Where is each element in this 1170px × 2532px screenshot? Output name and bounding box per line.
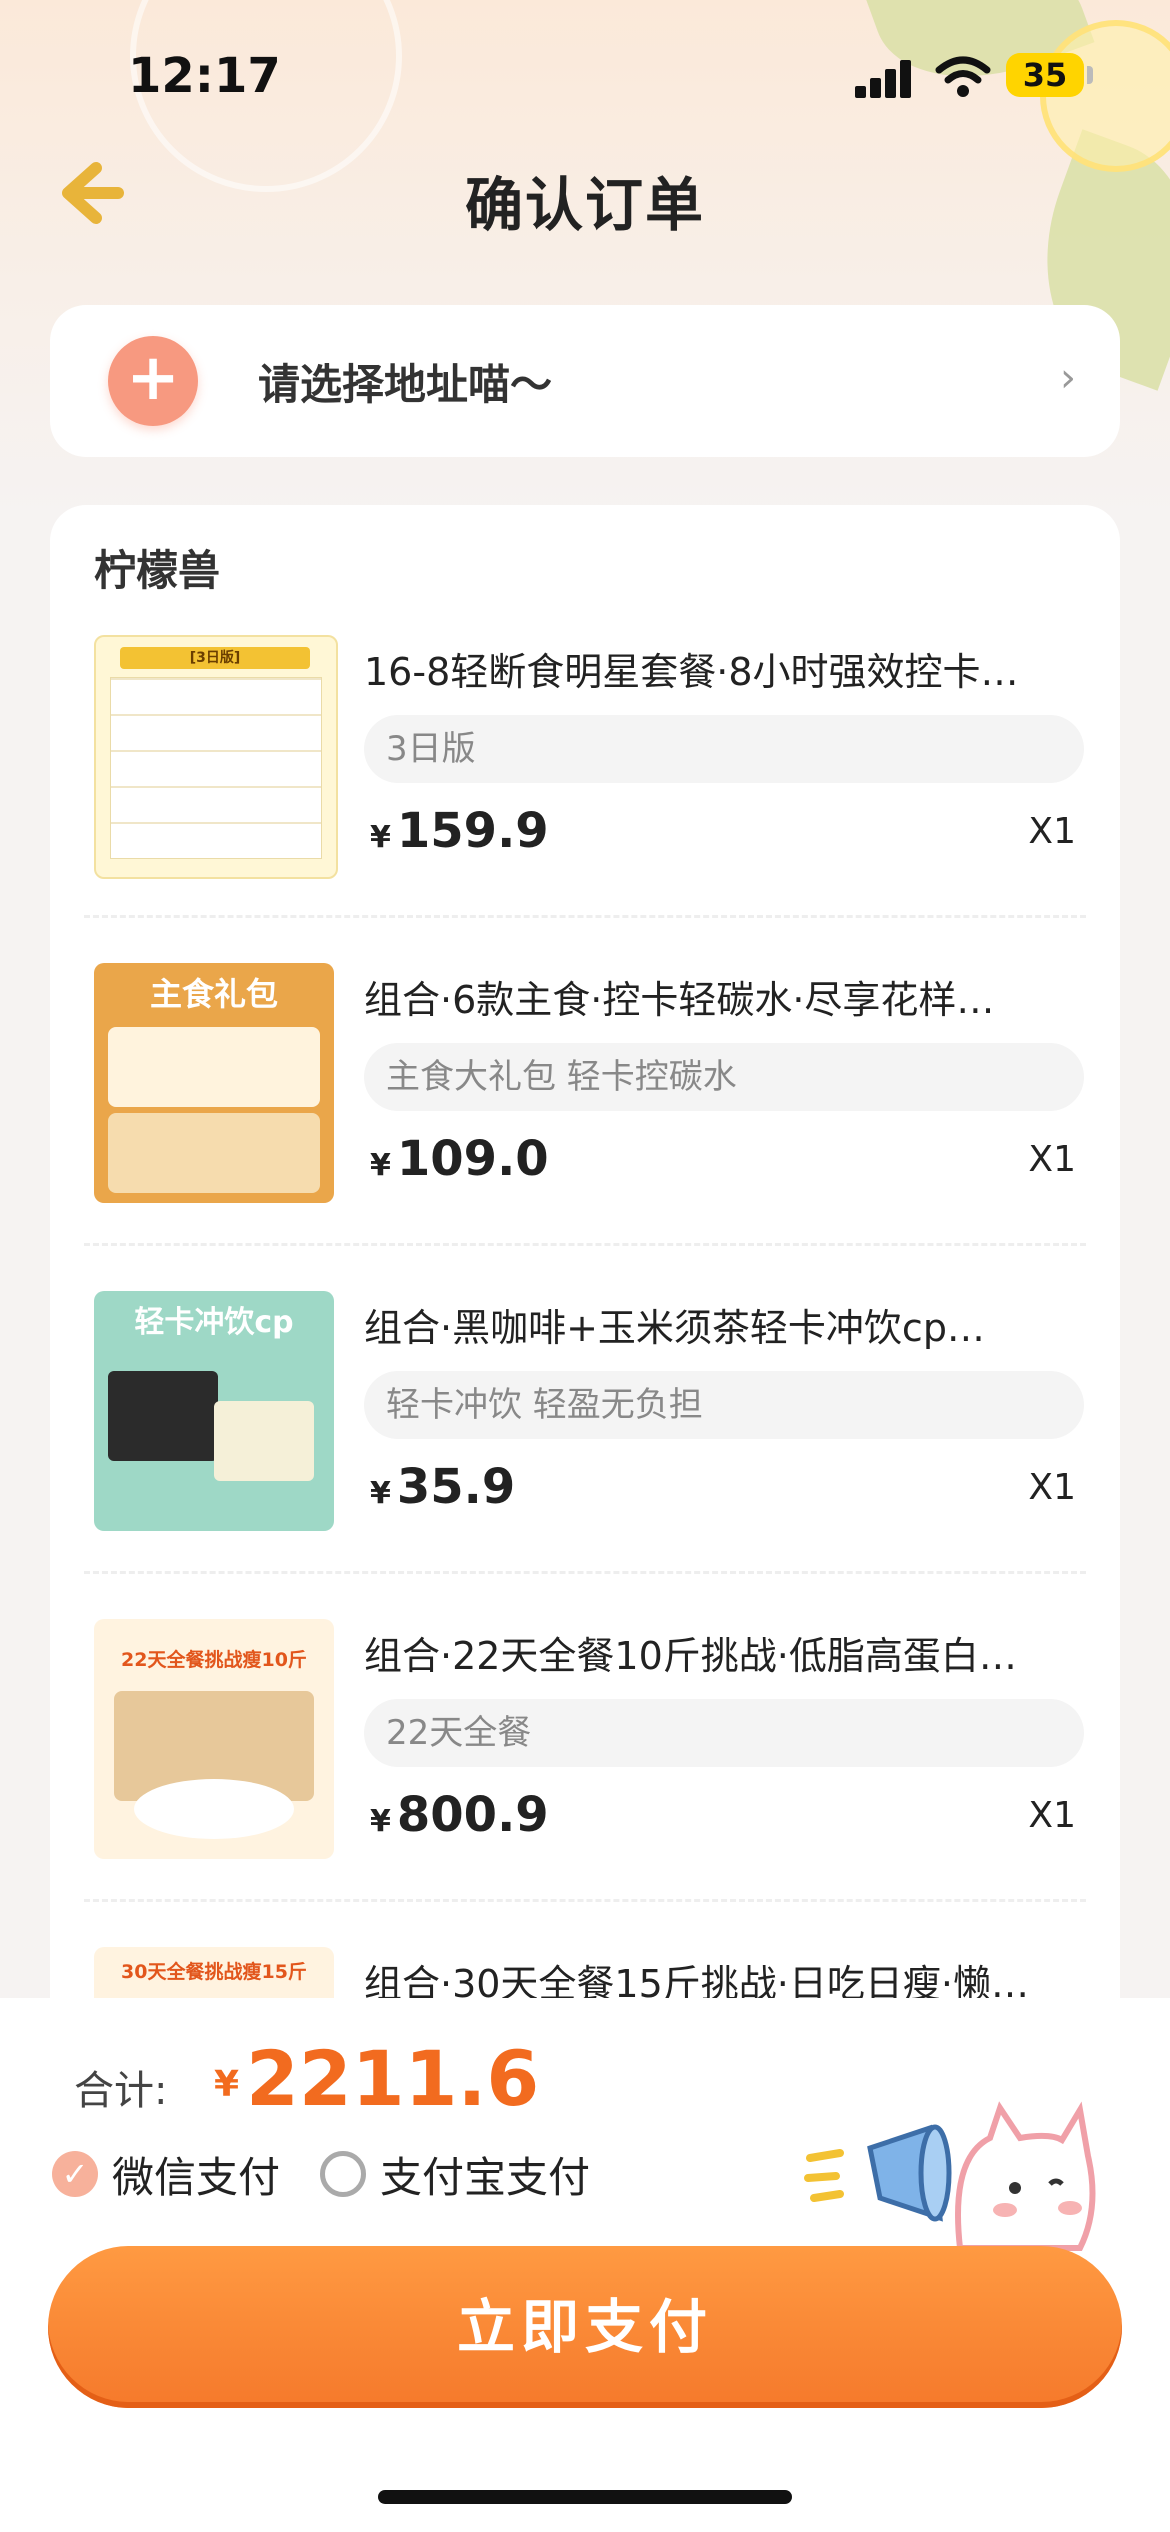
battery-cap xyxy=(1087,66,1093,84)
product-image: 主食礼包 xyxy=(94,963,334,1203)
divider xyxy=(84,1899,1086,1902)
image-products xyxy=(134,1779,294,1839)
pay-option-label: 微信支付 xyxy=(112,2152,281,2202)
chevron-right-icon: › xyxy=(1060,355,1076,401)
image-banner: [3日版] xyxy=(120,647,310,669)
total-currency: ¥ xyxy=(214,2064,240,2105)
product-spec: 主食大礼包 轻卡控碳水 xyxy=(364,1043,1084,1111)
status-time: 12:17 xyxy=(128,48,281,104)
product-quantity: X1 xyxy=(1028,1467,1076,1508)
divider xyxy=(84,1243,1086,1246)
image-banner: 主食礼包 xyxy=(149,975,278,1013)
product-price: ¥159.9 xyxy=(370,803,549,859)
image-banner: 30天全餐挑战瘦15斤 xyxy=(121,1961,307,1983)
image-products xyxy=(108,1113,320,1193)
product-title: 组合·6款主食·控卡轻碳水·尽享花样… xyxy=(364,978,995,1022)
divider xyxy=(84,915,1086,918)
product-spec: 轻卡冲饮 轻盈无负担 xyxy=(364,1371,1084,1439)
unchecked-icon xyxy=(320,2151,366,2197)
pay-now-button[interactable]: 立即支付 xyxy=(48,2246,1122,2408)
image-banner: 轻卡冲饮cp xyxy=(134,1305,294,1340)
checked-icon: ✓ xyxy=(52,2151,98,2197)
signal-icon xyxy=(855,58,915,98)
checkout-bar: 合计: ¥ 2211.6 ✓ 微信支付 支付宝支付 立即支付 xyxy=(0,1998,1170,2532)
product-quantity: X1 xyxy=(1028,1139,1076,1180)
image-products xyxy=(108,1027,320,1107)
product-image: 22天全餐挑战瘦10斤 xyxy=(94,1619,334,1859)
product-image: [3日版] xyxy=(94,635,338,879)
image-products xyxy=(108,1371,218,1461)
product-price: ¥800.9 xyxy=(370,1787,549,1843)
total-amount: 2211.6 xyxy=(246,2034,540,2123)
product-image: 轻卡冲饮cp xyxy=(94,1291,334,1531)
product-spec: 22天全餐 xyxy=(364,1699,1084,1767)
product-price: ¥35.9 xyxy=(370,1459,516,1515)
battery-indicator: 35 xyxy=(1006,53,1084,97)
home-indicator xyxy=(378,2490,792,2504)
product-title: 组合·22天全餐10斤挑战·低脂高蛋白… xyxy=(364,1634,1017,1678)
status-bar: 12:17 35 xyxy=(0,0,1170,150)
product-title: 16-8轻断食明星套餐·8小时强效控卡… xyxy=(364,650,1019,694)
pay-option-label: 支付宝支付 xyxy=(380,2152,591,2202)
total-label: 合计: xyxy=(74,2068,168,2114)
pay-option-alipay[interactable]: 支付宝支付 xyxy=(320,2146,590,2202)
pay-option-wechat[interactable]: ✓ 微信支付 xyxy=(52,2146,280,2202)
shop-name: 柠檬兽 xyxy=(94,546,221,595)
page-title: 确认订单 xyxy=(464,171,705,239)
image-products xyxy=(214,1401,314,1481)
order-card: 柠檬兽 [3日版] 16-8轻断食明星套餐·8小时强效控卡… 3日版 ¥159.… xyxy=(50,505,1120,2065)
product-title: 组合·黑咖啡+玉米须茶轻卡冲饮cp… xyxy=(364,1306,985,1350)
address-selector[interactable]: + 请选择地址喵～ › xyxy=(50,305,1120,457)
cat-megaphone-mascot-icon xyxy=(804,2101,1096,2251)
divider xyxy=(84,1571,1086,1574)
product-price: ¥109.0 xyxy=(370,1131,549,1187)
wifi-icon xyxy=(935,56,991,97)
product-quantity: X1 xyxy=(1028,811,1076,852)
product-quantity: X1 xyxy=(1028,1795,1076,1836)
image-banner: 22天全餐挑战瘦10斤 xyxy=(121,1649,307,1671)
add-address-icon: + xyxy=(108,336,198,426)
image-grid xyxy=(110,677,322,859)
address-placeholder: 请选择地址喵～ xyxy=(258,360,553,409)
product-spec: 3日版 xyxy=(364,715,1084,783)
